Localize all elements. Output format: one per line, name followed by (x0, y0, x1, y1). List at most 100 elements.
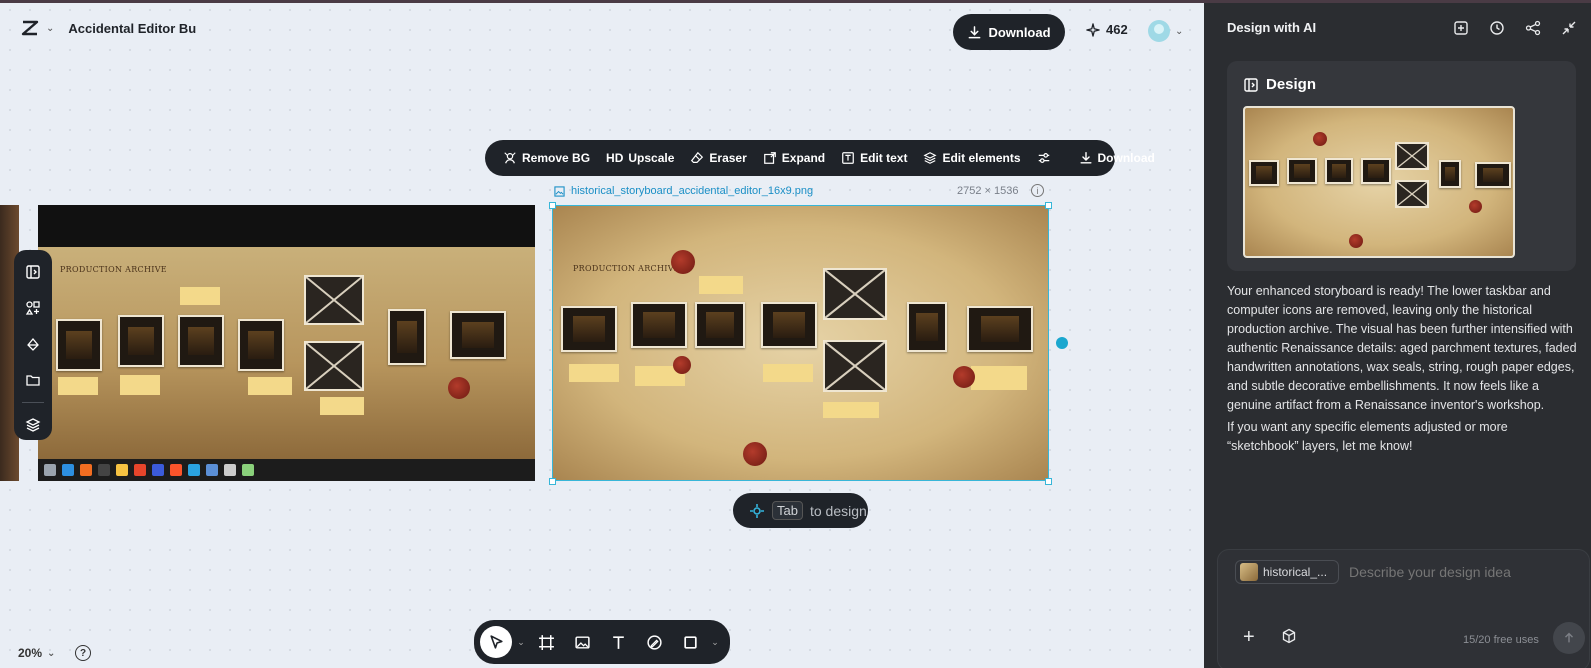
storyboard-frame (56, 319, 102, 371)
storyboard-board: PRODUCTION ARCHIVE (38, 247, 535, 459)
bottom-toolbar: ⌄ ⌄ (474, 620, 730, 664)
layers-button[interactable] (19, 411, 47, 439)
history-icon[interactable] (1488, 19, 1506, 37)
files-button[interactable] (19, 366, 47, 394)
storyboard-frame (450, 311, 506, 359)
wax-seal (953, 366, 975, 388)
elements-button[interactable] (19, 294, 47, 322)
edit-text-button[interactable]: Edit text (835, 144, 913, 172)
edit-elements-button[interactable]: Edit elements (917, 144, 1026, 172)
frame-icon (538, 634, 554, 650)
avatar[interactable] (1148, 20, 1170, 42)
credits-counter[interactable]: 462 (1086, 22, 1128, 37)
source-image[interactable]: PRODUCTION ARCHIVE (38, 205, 535, 481)
zoom-level: 20% (18, 646, 43, 660)
ai-message: Your enhanced storyboard is ready! The l… (1227, 282, 1582, 456)
project-menu[interactable]: ⌄ Accidental Editor Bu (20, 18, 196, 38)
eraser-button[interactable]: Eraser (684, 144, 752, 172)
tab-to-design-hint[interactable]: Tab to design (733, 493, 868, 528)
attachment-thumbnail (1240, 563, 1258, 581)
storyboard-frame (178, 315, 224, 367)
download-button[interactable]: Download (953, 14, 1065, 50)
storyboard-rejected-frame (304, 341, 364, 391)
storyboard-frame (1361, 158, 1391, 184)
shapes-icon (25, 301, 40, 315)
chevron-down-icon[interactable]: ⌄ (516, 637, 526, 648)
desktop-taskbar (38, 459, 535, 481)
info-icon[interactable]: i (1031, 184, 1044, 197)
frame-tool-button[interactable] (530, 626, 562, 658)
image-download-label: Download (1097, 151, 1155, 165)
capcut-logo-icon[interactable] (20, 18, 40, 38)
storyboard-frame (1475, 162, 1511, 188)
resize-handle[interactable] (1045, 478, 1052, 485)
ai-message-paragraph: If you want any specific elements adjust… (1227, 420, 1508, 453)
hd-icon: HD (606, 151, 624, 165)
image-dimensions: 2752 × 1536 (957, 185, 1019, 197)
account-menu[interactable]: ⌄ (1148, 20, 1183, 42)
expand-button[interactable]: Expand (757, 144, 831, 172)
upscale-button[interactable]: HD Upscale (600, 144, 680, 172)
design-thumbnail[interactable] (1243, 106, 1515, 258)
zoom-control[interactable]: 20% ⌄ (18, 646, 55, 660)
text-tool-button[interactable] (602, 626, 634, 658)
selected-image[interactable]: PRODUCTION ARCHIVE (552, 205, 1049, 481)
select-tool-button[interactable] (480, 626, 512, 658)
sticky-note (120, 375, 160, 395)
image-icon (554, 185, 565, 197)
edit-text-icon (842, 152, 854, 164)
design-prompt-input[interactable] (1349, 564, 1569, 580)
wax-seal (1313, 132, 1327, 146)
image-download-button[interactable]: Download (1073, 144, 1161, 172)
design-panel-button[interactable] (19, 258, 47, 286)
remove-bg-button[interactable]: Remove BG (497, 144, 596, 172)
expand-icon (763, 152, 776, 164)
design-result-card[interactable]: Design (1227, 61, 1576, 271)
adjust-button[interactable] (1031, 144, 1057, 172)
brand-button[interactable] (19, 330, 47, 358)
help-icon[interactable]: ? (75, 645, 91, 661)
download-label: Download (988, 24, 1051, 40)
storyboard-frame (631, 302, 687, 348)
storyboard-rejected-frame (1395, 142, 1429, 170)
panel-title: Design with AI (1227, 20, 1317, 35)
attached-image-chip[interactable]: historical_... (1235, 560, 1339, 584)
model-select-button[interactable] (1281, 628, 1297, 649)
eraser-label: Eraser (709, 151, 747, 165)
resize-handle[interactable] (549, 202, 556, 209)
chevron-down-icon[interactable]: ⌄ (1175, 26, 1183, 37)
share-icon[interactable] (1524, 19, 1542, 37)
project-title[interactable]: Accidental Editor Bu (68, 21, 196, 36)
storyboard-frame (118, 315, 164, 367)
image-toolbar: Remove BG HD Upscale Eraser Expand Edit … (485, 140, 1155, 176)
file-name-text: historical_storyboard_accidental_editor_… (571, 185, 814, 197)
chevron-down-icon[interactable]: ⌄ (710, 637, 720, 648)
add-attachment-button[interactable]: + (1243, 626, 1255, 649)
wax-seal (1349, 234, 1363, 248)
design-icon (1244, 77, 1258, 92)
send-button[interactable] (1553, 622, 1585, 654)
draw-tool-button[interactable] (638, 626, 670, 658)
chevron-down-icon[interactable]: ⌄ (47, 648, 55, 659)
design-canvas[interactable]: ⌄ Accidental Editor Bu Download 462 ⌄ Re… (0, 0, 1204, 668)
cube-icon (1282, 628, 1296, 644)
sparkle-icon (1086, 22, 1100, 37)
eraser-icon (691, 151, 704, 163)
remove-bg-icon (504, 152, 516, 164)
collapse-icon[interactable] (1560, 19, 1578, 37)
chevron-down-icon[interactable]: ⌄ (46, 23, 54, 34)
sticky-note (248, 377, 292, 395)
sticky-note (763, 364, 813, 382)
storyboard-frame (907, 302, 947, 352)
file-name[interactable]: historical_storyboard_accidental_editor_… (554, 185, 813, 197)
new-chat-icon[interactable] (1452, 19, 1470, 37)
design-icon (26, 265, 40, 279)
connector-handle[interactable] (1056, 337, 1068, 349)
image-tool-button[interactable] (566, 626, 598, 658)
storyboard-frame (238, 319, 284, 371)
storyboard-frame (388, 309, 426, 365)
storyboard-frame (1249, 160, 1279, 186)
resize-handle[interactable] (549, 478, 556, 485)
resize-handle[interactable] (1045, 202, 1052, 209)
shape-tool-button[interactable] (674, 626, 706, 658)
